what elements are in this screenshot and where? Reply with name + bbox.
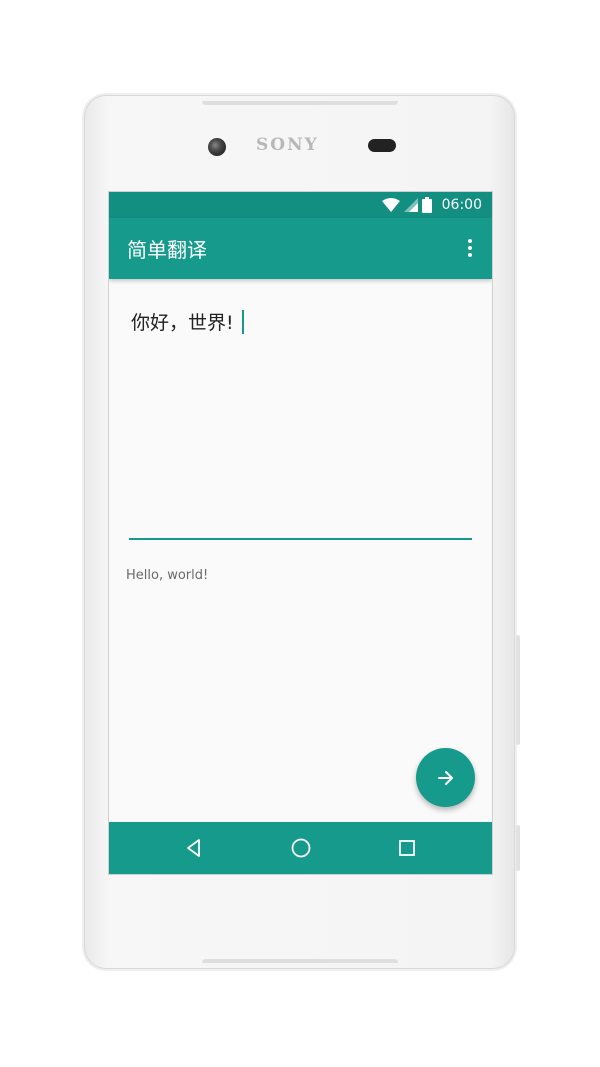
brand-logo: SONY	[256, 135, 319, 155]
status-time: 06:00	[441, 197, 482, 213]
app-title: 简单翻译	[127, 238, 207, 262]
phone-screen: 06:00 简单翻译 你好，世界! Hello, world!	[108, 191, 493, 875]
battery-icon	[421, 197, 432, 213]
camera-button	[516, 825, 520, 871]
home-icon	[291, 838, 311, 858]
front-camera	[208, 138, 226, 156]
earpiece-speaker	[368, 139, 396, 152]
cell-signal-icon	[403, 198, 418, 212]
home-button[interactable]	[287, 834, 315, 862]
source-text-field[interactable]: 你好，世界!	[129, 292, 472, 540]
source-text-value[interactable]: 你好，世界!	[131, 308, 244, 335]
more-vert-icon[interactable]	[458, 234, 482, 262]
source-text: 你好，世界!	[131, 312, 234, 334]
recents-icon	[399, 840, 415, 856]
translation-output: Hello, world!	[126, 568, 209, 583]
device-top-edge	[202, 101, 398, 105]
recents-button[interactable]	[393, 834, 421, 862]
wifi-icon	[381, 198, 400, 212]
arrow-right-icon	[437, 770, 453, 785]
back-icon	[187, 839, 200, 857]
device-bottom-edge	[202, 959, 398, 963]
app-toolbar: 简单翻译	[109, 218, 492, 279]
status-bar: 06:00	[109, 192, 492, 218]
input-underline	[129, 538, 472, 540]
power-button	[516, 635, 520, 745]
navigation-bar	[109, 822, 492, 874]
text-cursor	[241, 309, 244, 334]
back-button[interactable]	[180, 834, 208, 862]
translate-button[interactable]	[416, 748, 475, 807]
status-icons: 06:00	[381, 196, 482, 214]
